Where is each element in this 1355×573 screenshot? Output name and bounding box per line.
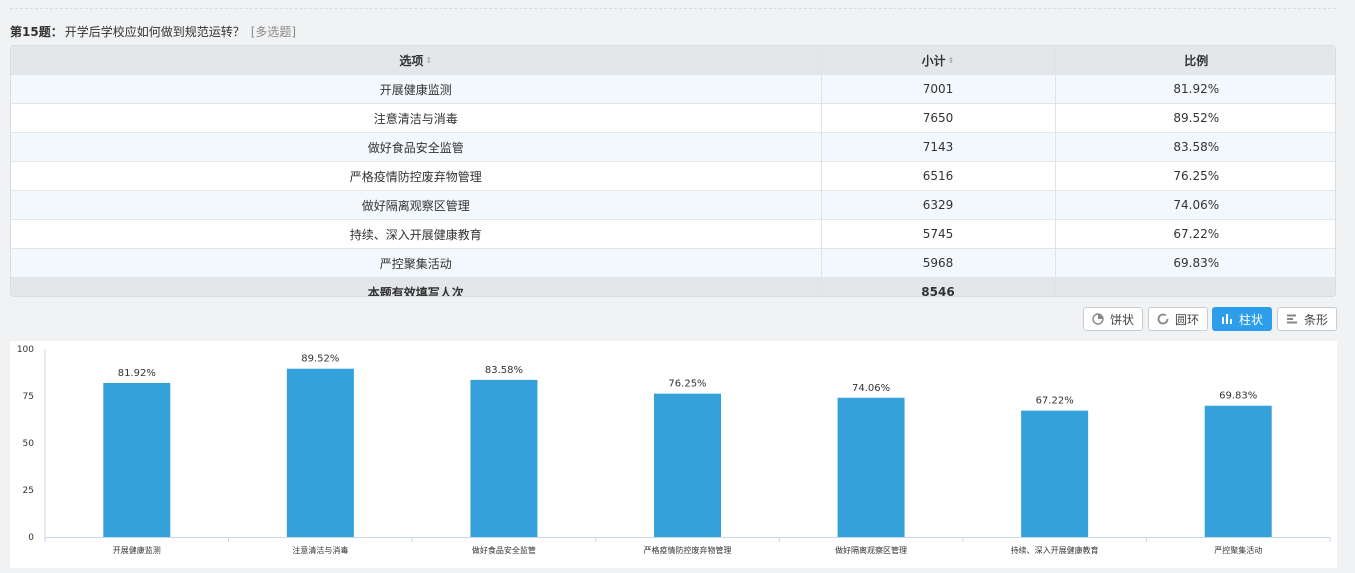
bar — [1204, 405, 1272, 537]
table-row: 开展健康监测 7001 81.92% — [11, 74, 1335, 104]
pie-icon — [1092, 313, 1104, 325]
bar — [103, 382, 171, 537]
table-row: 注意清洁与消毒 7650 89.52% — [11, 103, 1335, 133]
option-cell: 做好隔离观察区管理 — [11, 190, 822, 220]
sort-icon[interactable]: ⇕ — [948, 57, 955, 65]
pie-chart-button[interactable]: 饼状 — [1083, 307, 1143, 331]
total-label: 本题有效填写人次 — [11, 277, 822, 296]
option-cell: 开展健康监测 — [11, 74, 822, 104]
count-cell: 7650 — [821, 103, 1056, 133]
header-count[interactable]: 小计 ⇕ — [821, 46, 1056, 75]
data-label: 81.92% — [118, 368, 156, 379]
table-row: 做好食品安全监管 7143 83.58% — [11, 132, 1335, 162]
x-tick-label: 注意清洁与消毒 — [292, 545, 348, 555]
ring-chart-label: 圆环 — [1174, 312, 1199, 327]
bar — [286, 368, 354, 537]
horizontal-bar-icon — [1286, 313, 1298, 325]
pie-chart-label: 饼状 — [1109, 312, 1134, 327]
table-row: 严格疫情防控废弃物管理 6516 76.25% — [11, 161, 1335, 191]
bar — [470, 379, 538, 537]
header-ratio: 比例 — [1055, 46, 1335, 75]
header-option-label: 选项 — [399, 53, 424, 68]
table-header-row: 选项 ⇕ 小计 ⇕ 比例 — [11, 46, 1335, 75]
ring-icon — [1157, 313, 1169, 325]
option-cell: 做好食品安全监管 — [11, 132, 822, 162]
count-cell: 7143 — [821, 132, 1056, 162]
question-text: 开学后学校应如何做到规范运转？ — [64, 25, 245, 39]
table-row: 严控聚集活动 5968 69.83% — [11, 248, 1335, 278]
horizontal-bar-chart-label: 条形 — [1303, 312, 1328, 327]
horizontal-bar-chart-button[interactable]: 条形 — [1277, 307, 1337, 331]
ratio-cell: 76.25% — [1055, 161, 1335, 191]
results-table: 选项 ⇕ 小计 ⇕ 比例 开展健康监测 7001 81.92% 注意清洁与消毒 76… — [10, 45, 1336, 297]
count-cell: 6329 — [821, 190, 1056, 220]
sort-icon[interactable]: ⇕ — [425, 57, 432, 65]
y-tick-label: 100 — [17, 345, 34, 355]
header-count-label: 小计 — [921, 53, 946, 68]
total-ratio — [1055, 277, 1335, 296]
ratio-cell: 83.58% — [1055, 132, 1335, 162]
data-label: 76.25% — [668, 379, 706, 390]
option-cell: 注意清洁与消毒 — [11, 103, 822, 133]
count-cell: 5745 — [821, 219, 1056, 249]
x-tick-label: 严格疫情防控废弃物管理 — [644, 545, 732, 555]
header-option[interactable]: 选项 ⇕ — [11, 46, 822, 75]
total-count: 8546 — [821, 277, 1056, 296]
bar-chart-button[interactable]: 柱状 — [1212, 307, 1272, 331]
y-tick-label: 25 — [23, 486, 34, 496]
bar-chart-icon — [1221, 313, 1233, 325]
ring-chart-button[interactable]: 圆环 — [1148, 307, 1208, 331]
header-ratio-label: 比例 — [1184, 53, 1209, 68]
bar-chart: 100 75 50 25 0 81.92% 开展健康监测 89.52% 注意清洁与消毒 83.58… — [10, 341, 1337, 568]
x-tick-label: 持续、深入开展健康教育 — [1011, 545, 1099, 555]
ratio-cell: 67.22% — [1055, 219, 1335, 249]
bar — [654, 393, 721, 537]
question-title: 第15题： 开学后学校应如何做到规范运转？ [多选题] — [10, 23, 296, 41]
data-label: 83.58% — [485, 365, 523, 376]
table-row: 做好隔离观察区管理 6329 74.06% — [11, 190, 1335, 220]
bar — [837, 397, 905, 537]
top-divider — [10, 8, 1336, 9]
bar-chart-svg: 100 75 50 25 0 81.92% 开展健康监测 89.52% 注意清洁与消毒 83.58… — [17, 345, 1331, 555]
ratio-cell: 89.52% — [1055, 103, 1335, 133]
data-label: 67.22% — [1036, 396, 1074, 407]
total-row: 本题有效填写人次 8546 — [11, 277, 1335, 296]
data-label: 89.52% — [301, 354, 339, 365]
ratio-cell: 69.83% — [1055, 248, 1335, 278]
x-tick-label: 开展健康监测 — [113, 545, 161, 555]
option-cell: 严格疫情防控废弃物管理 — [11, 161, 822, 191]
count-cell: 7001 — [821, 74, 1056, 104]
option-cell: 严控聚集活动 — [11, 248, 822, 278]
question-type: [多选题] — [250, 25, 297, 39]
bar — [1021, 410, 1089, 537]
data-label: 74.06% — [852, 383, 890, 394]
x-tick-label: 严控聚集活动 — [1214, 545, 1262, 555]
question-number: 第15题： — [10, 25, 63, 39]
bar-chart-label: 柱状 — [1238, 312, 1263, 327]
y-tick-label: 0 — [28, 533, 34, 543]
ratio-cell: 74.06% — [1055, 190, 1335, 220]
count-cell: 5968 — [821, 248, 1056, 278]
data-label: 69.83% — [1219, 391, 1257, 402]
table-row: 持续、深入开展健康教育 5745 67.22% — [11, 219, 1335, 249]
count-cell: 6516 — [821, 161, 1056, 191]
ratio-cell: 81.92% — [1055, 74, 1335, 104]
y-tick-label: 75 — [23, 392, 34, 402]
y-tick-label: 50 — [23, 439, 35, 449]
option-cell: 持续、深入开展健康教育 — [11, 219, 822, 249]
x-tick-label: 做好隔离观察区管理 — [835, 545, 907, 555]
x-tick-label: 做好食品安全监管 — [472, 545, 536, 555]
